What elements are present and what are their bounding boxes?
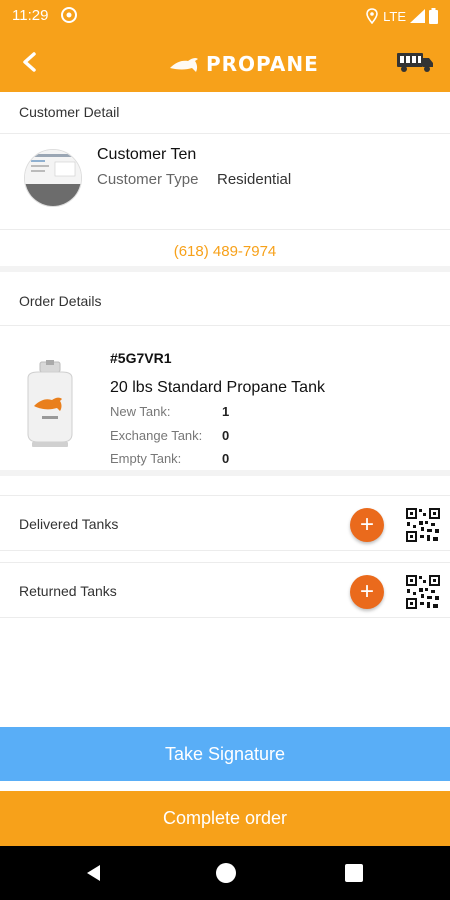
network-type: LTE: [383, 8, 406, 24]
empty-tank-value: 0: [222, 451, 230, 466]
nav-recents-icon[interactable]: [345, 864, 363, 882]
order-id: #5G7VR1: [110, 350, 172, 366]
app-notification-icon: [61, 7, 77, 23]
signal-icon: [410, 9, 425, 23]
returned-tanks-label: Returned Tanks: [19, 583, 117, 599]
customer-name: Customer Ten: [97, 146, 197, 163]
empty-tank-row: Empty Tank: 0: [110, 451, 229, 466]
complete-order-button[interactable]: Complete order: [0, 791, 450, 846]
order-details-header: Order Details: [0, 278, 450, 326]
location-icon: [366, 8, 378, 24]
qr-scan-icon[interactable]: [405, 574, 441, 610]
phone-row: (618) 489-7974: [0, 230, 450, 272]
customer-avatar: [24, 149, 82, 207]
brand-logo: PROPANE: [168, 48, 318, 78]
new-tank-value: 1: [222, 404, 230, 419]
order-item-card[interactable]: #5G7VR1 20 lbs Standard Propane Tank New…: [0, 326, 450, 476]
delivered-tanks-row: Delivered Tanks +: [0, 495, 450, 551]
customer-type-label: Customer Type: [97, 171, 199, 188]
new-tank-row: New Tank: 1: [110, 404, 229, 419]
logo-text: PROPANE: [206, 52, 319, 76]
take-signature-button[interactable]: Take Signature: [0, 727, 450, 781]
returned-tanks-row: Returned Tanks +: [0, 562, 450, 618]
customer-detail-header: Customer Detail: [0, 92, 450, 134]
nav-home-icon[interactable]: [216, 863, 236, 883]
app-header: PROPANE: [0, 32, 450, 92]
exchange-tank-label: Exchange Tank:: [110, 428, 203, 443]
customer-phone-link[interactable]: (618) 489-7974: [174, 243, 277, 260]
battery-icon: [429, 8, 438, 24]
back-arrow-icon[interactable]: [14, 46, 46, 78]
add-returned-tank-button[interactable]: +: [350, 575, 384, 609]
status-indicators: LTE: [365, 6, 438, 26]
new-tank-label: New Tank:: [110, 404, 171, 419]
empty-tank-label: Empty Tank:: [110, 451, 182, 466]
order-details-title: Order Details: [19, 293, 102, 309]
propane-tank-image: [27, 360, 73, 447]
exchange-tank-row: Exchange Tank: 0: [110, 428, 229, 443]
order-item-name: 20 lbs Standard Propane Tank: [110, 379, 325, 396]
customer-card[interactable]: Customer Ten Customer Type Residential: [0, 135, 450, 230]
add-delivered-tank-button[interactable]: +: [350, 508, 384, 542]
system-nav-bar: [0, 846, 450, 900]
qr-scan-icon[interactable]: [405, 507, 441, 543]
exchange-tank-value: 0: [222, 428, 230, 443]
customer-type-value: Residential: [217, 171, 292, 188]
status-time: 11:29: [12, 7, 49, 24]
truck-icon[interactable]: [396, 50, 434, 74]
delivered-tanks-label: Delivered Tanks: [19, 516, 119, 532]
nav-back-icon[interactable]: [84, 863, 104, 883]
status-bar: 11:29 LTE: [0, 0, 450, 32]
customer-detail-title: Customer Detail: [19, 104, 120, 120]
